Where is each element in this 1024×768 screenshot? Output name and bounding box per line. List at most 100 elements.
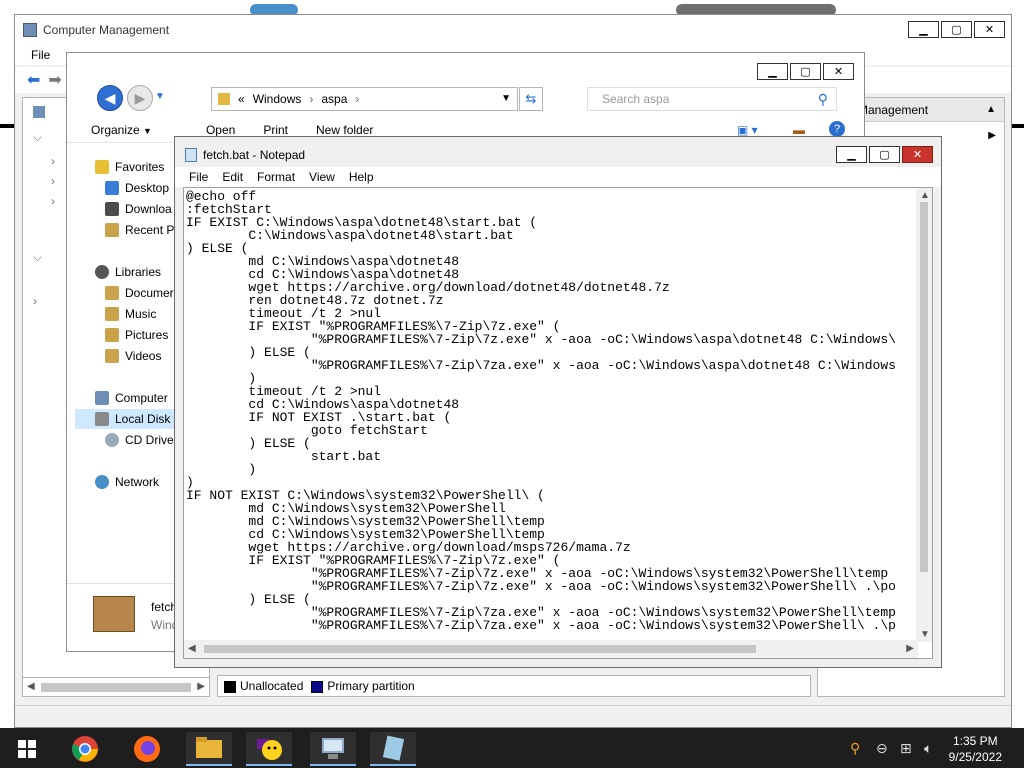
view-options-icon[interactable]: ▣ ▾	[737, 123, 758, 137]
forward-arrow-icon[interactable]: ➡	[48, 70, 61, 90]
scroll-up-icon[interactable]: ▲	[920, 190, 930, 201]
nav-recent-places[interactable]: Recent Pl	[105, 220, 177, 240]
scroll-right-icon[interactable]: ▶	[906, 643, 914, 654]
scroll-thumb[interactable]	[920, 202, 928, 572]
help-icon[interactable]: ?	[829, 121, 845, 137]
editor-line[interactable]: C:\Windows\aspa\dotnet48\start.bat	[186, 229, 896, 242]
cd-drive-icon	[105, 433, 119, 447]
nav-music[interactable]: Music	[105, 304, 156, 324]
nav-desktop[interactable]: Desktop	[105, 178, 169, 198]
maximize-button[interactable]: ▢	[790, 63, 821, 80]
tree-expander-icon[interactable]: ›	[51, 194, 55, 208]
new-folder-button[interactable]: New folder	[316, 123, 373, 137]
menu-file[interactable]: File	[31, 48, 50, 62]
nav-pictures[interactable]: Pictures	[105, 325, 168, 345]
file-explorer-icon[interactable]	[186, 732, 232, 766]
tree-expander-icon[interactable]: ›	[33, 294, 37, 308]
firefox-icon[interactable]	[124, 732, 170, 766]
preview-pane-icon[interactable]: ▬	[793, 123, 805, 137]
nav-documents[interactable]: Documer	[105, 283, 174, 303]
close-button[interactable]: ✕	[823, 63, 854, 80]
editor-line[interactable]: "%PROGRAMFILES%\7-Zip\7za.exe" x -aoa -o…	[186, 619, 896, 632]
editor-line[interactable]: "%PROGRAMFILES%\7-Zip\7za.exe" x -aoa -o…	[186, 359, 896, 372]
nav-label: Libraries	[115, 265, 162, 279]
scroll-left-icon[interactable]: ◀	[188, 643, 196, 654]
desktop-icon	[105, 181, 119, 195]
editor-line[interactable]: @echo off	[186, 190, 896, 203]
breadcrumb-overflow[interactable]: «	[238, 92, 245, 106]
horizontal-scrollbar[interactable]: ◀ ▶	[184, 640, 918, 658]
nav-label: Documer	[125, 286, 174, 300]
tree-expander-icon[interactable]: ›	[51, 174, 55, 188]
nav-network[interactable]: Network	[95, 472, 159, 492]
search-icon[interactable]: ⚲	[818, 91, 828, 108]
computer-management-titlebar[interactable]: Computer Management ▁ ▢ ✕	[15, 15, 1011, 45]
more-actions-arrow-icon[interactable]: ▶	[988, 130, 996, 141]
editor-text[interactable]: @echo off:fetchStart IF EXIST C:\Windows\…	[186, 190, 896, 632]
recent-locations-icon[interactable]: ▼	[155, 91, 165, 102]
explorer-titlebar[interactable]: ▁ ▢ ✕	[67, 53, 864, 83]
notification-icon[interactable]: ⊖	[876, 740, 888, 757]
editor-line[interactable]: )	[186, 463, 896, 476]
address-bar[interactable]: « Windows › aspa › ▼	[211, 87, 518, 111]
volume-icon[interactable]: 🔈︎	[924, 740, 932, 757]
computer-management-icon[interactable]	[310, 732, 356, 766]
editor-line[interactable]: start.bat	[186, 450, 896, 463]
refresh-icon: ⇆	[525, 91, 537, 106]
close-button[interactable]: ✕	[974, 21, 1005, 38]
scroll-down-icon[interactable]: ▼	[920, 629, 930, 640]
menu-format[interactable]: Format	[257, 170, 295, 184]
menu-view[interactable]: View	[309, 170, 335, 184]
organize-button[interactable]: Organize ▼	[91, 123, 152, 137]
scroll-right-icon[interactable]: ▶	[197, 681, 205, 692]
nav-videos[interactable]: Videos	[105, 346, 161, 366]
menu-file[interactable]: File	[189, 170, 208, 184]
windows-start-icon[interactable]	[4, 732, 50, 766]
menu-help[interactable]: Help	[349, 170, 374, 184]
notepad-icon[interactable]	[370, 732, 416, 766]
back-arrow-icon[interactable]: ⬅	[27, 70, 40, 90]
minimize-button[interactable]: ▁	[836, 146, 867, 163]
nav-label: Desktop	[125, 181, 170, 195]
nav-favorites[interactable]: Favorites	[95, 157, 164, 177]
nav-computer[interactable]: Computer	[95, 388, 168, 408]
maximize-button[interactable]: ▢	[941, 21, 972, 38]
collapse-icon[interactable]: ▲	[986, 104, 996, 115]
horizontal-scrollbar[interactable]: ◀ ▶	[22, 677, 210, 697]
nav-cd-drive[interactable]: CD Drive	[105, 430, 174, 450]
scroll-left-icon[interactable]: ◀	[27, 681, 35, 692]
breadcrumb-windows[interactable]: Windows	[253, 92, 302, 106]
text-editor[interactable]: @echo off:fetchStart IF EXIST C:\Windows\…	[183, 187, 933, 659]
back-button[interactable]: ◀	[97, 85, 123, 111]
address-dropdown-icon[interactable]: ▼	[501, 93, 511, 104]
search-input[interactable]: Search aspa ⚲	[587, 87, 837, 111]
disk-legend: Unallocated Primary partition	[217, 675, 811, 697]
clock[interactable]: 1:35 PM 9/25/2022	[949, 733, 1002, 765]
search-icon[interactable]: ⚲	[850, 740, 860, 757]
nav-label: Videos	[125, 349, 162, 363]
minimize-button[interactable]: ▁	[757, 63, 788, 80]
scroll-thumb[interactable]	[204, 645, 756, 653]
refresh-button[interactable]: ⇆	[519, 87, 543, 111]
breadcrumb-separator-icon[interactable]: ›	[355, 92, 359, 106]
tree-expander-icon[interactable]: ›	[51, 154, 55, 168]
vertical-scrollbar[interactable]: ▲ ▼	[916, 188, 932, 642]
breadcrumb-aspa[interactable]: aspa	[321, 92, 347, 106]
nav-downloads[interactable]: Downloa	[105, 199, 172, 219]
forward-button[interactable]: ▶	[127, 85, 153, 111]
breadcrumb-separator-icon[interactable]: ›	[309, 92, 313, 106]
nav-libraries[interactable]: Libraries	[95, 262, 161, 282]
open-button[interactable]: Open	[206, 123, 235, 137]
nav-local-disk[interactable]: Local Disk	[75, 409, 177, 429]
menu-edit[interactable]: Edit	[222, 170, 243, 184]
minimize-button[interactable]: ▁	[908, 21, 939, 38]
yahoo-messenger-icon[interactable]	[246, 732, 292, 766]
scroll-thumb[interactable]	[41, 683, 191, 692]
close-button[interactable]: ✕	[902, 146, 933, 163]
tree-expander-icon[interactable]: ⌵	[33, 250, 42, 265]
network-icon[interactable]: ⊞	[900, 740, 912, 757]
tree-expander-icon[interactable]: ⌵	[33, 130, 42, 145]
maximize-button[interactable]: ▢	[869, 146, 900, 163]
chrome-icon[interactable]	[62, 732, 108, 766]
print-button[interactable]: Print	[263, 123, 288, 137]
